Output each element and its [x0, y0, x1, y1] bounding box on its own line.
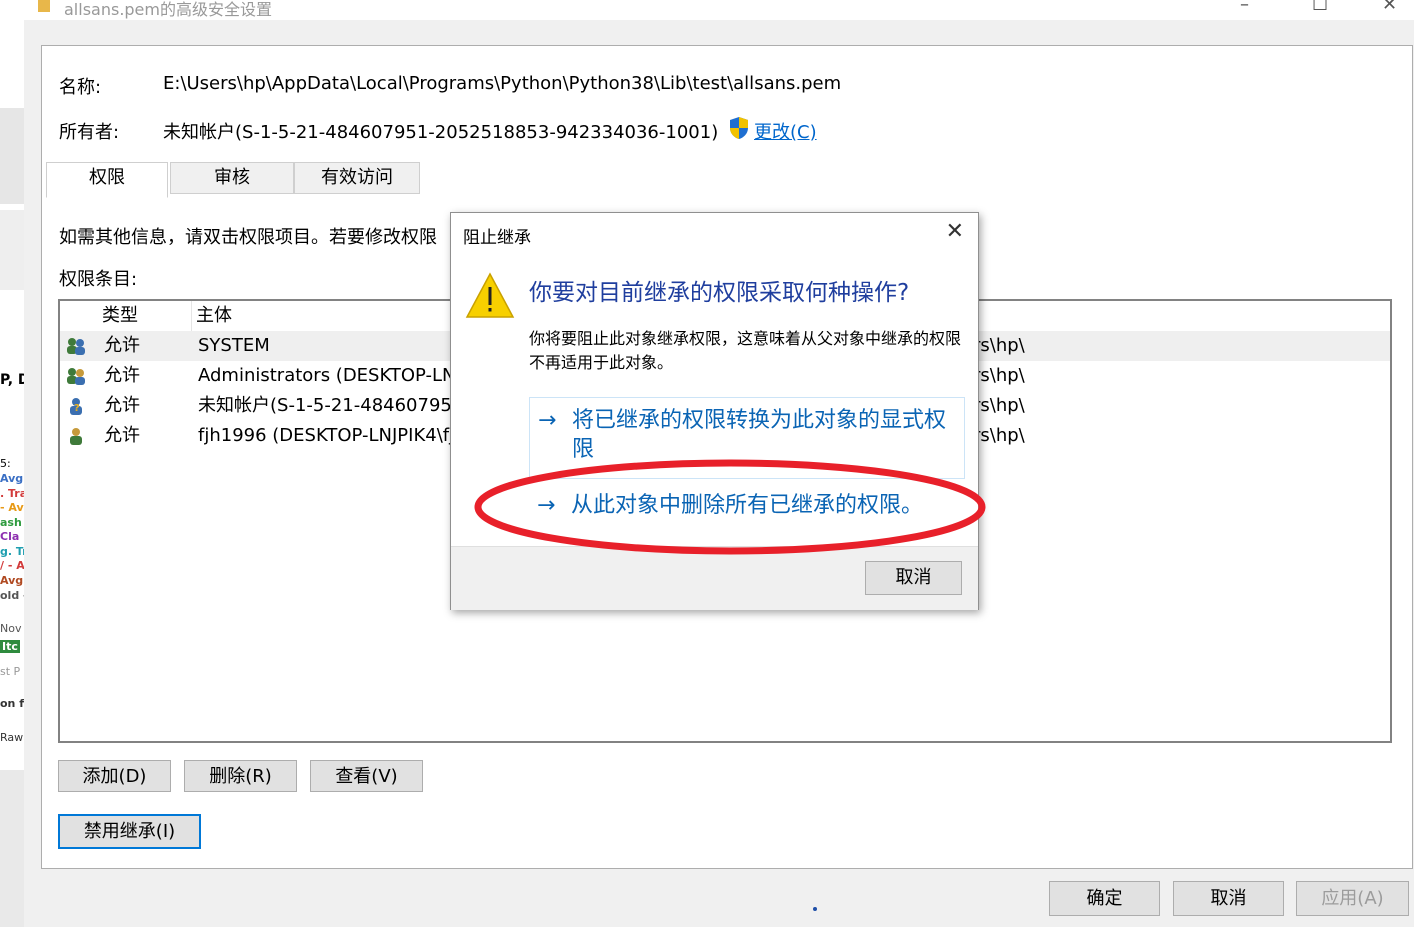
background-fragment: Cla [0, 530, 20, 543]
background-fragment: on fe [0, 697, 24, 710]
background-fragment: ash [0, 516, 22, 529]
background-fragment: Avg [0, 472, 24, 485]
cancel-button[interactable]: 取消 [1173, 881, 1284, 916]
folder-icon [38, 0, 50, 12]
dialog-body: 你将要阻止此对象继承权限，这意味着从父对象中继承的权限不再适用于此对象。 [529, 329, 962, 372]
warning-icon [465, 272, 515, 318]
apply-button[interactable]: 应用(A) [1296, 881, 1409, 916]
background-fragment: Itc [0, 640, 20, 653]
dialog-close-icon[interactable]: ✕ [946, 219, 964, 244]
minimize-icon[interactable]: – [1240, 0, 1249, 15]
background-fragment: Raw [0, 731, 24, 744]
info-text: 如需其他信息，请双击权限项目。若要修改权限 [59, 227, 437, 248]
name-value: E:\Users\hp\AppData\Local\Programs\Pytho… [163, 73, 842, 94]
dialog-title: 阻止继承 [463, 228, 531, 248]
tab-permissions[interactable]: 权限 [46, 162, 168, 198]
change-owner-link[interactable]: 更改(C) [754, 118, 817, 144]
name-label: 名称: [59, 77, 102, 98]
background-fragment: 5: [0, 457, 11, 470]
tab-auditing[interactable]: 审核 [170, 162, 294, 194]
row-inherited: rs\hp\ [973, 365, 1025, 386]
tab-effective-access[interactable]: 有效访问 [294, 162, 420, 194]
background-fragment: . Tra [0, 487, 24, 500]
background-fragment: old - [0, 589, 24, 602]
dialog-cancel-button[interactable]: 取消 [865, 561, 962, 595]
user-group-icon [67, 338, 85, 355]
background-fragment: P, Do [0, 372, 24, 388]
background-panel [0, 210, 24, 290]
ok-button[interactable]: 确定 [1049, 881, 1160, 916]
owner-label: 所有者: [59, 122, 120, 143]
view-button[interactable]: 查看(V) [310, 760, 423, 792]
row-principal: Administrators (DESKTOP-LN [198, 365, 456, 386]
row-type: 允许 [104, 335, 140, 356]
remove-button[interactable]: 删除(R) [184, 760, 297, 792]
row-type: 允许 [104, 425, 140, 446]
background-app-strip: P, Do 5: Avg . Tra - Av ash Cla g. Tr / … [0, 0, 24, 927]
unknown-user-icon: ? [70, 398, 82, 415]
user-group-icon [67, 368, 85, 385]
add-button[interactable]: 添加(D) [58, 760, 171, 792]
background-fragment: st P [0, 665, 21, 678]
row-principal: SYSTEM [198, 335, 270, 356]
column-header-type[interactable]: 类型 [96, 301, 192, 331]
uac-shield-icon [730, 117, 748, 139]
background-panel [0, 108, 24, 204]
row-principal: fjh1996 (DESKTOP-LNJPIK4\fj [198, 425, 455, 446]
column-header-principal[interactable]: 主体 [190, 301, 490, 331]
background-panel [0, 770, 24, 927]
background-fragment: g. Tr [0, 545, 24, 558]
entries-label: 权限条目: [59, 269, 138, 290]
background-fragment: Avg. [0, 574, 24, 587]
dialog-heading: 你要对目前继承的权限采取何种操作? [529, 280, 910, 306]
disable-inheritance-button[interactable]: 禁用继承(I) [58, 814, 201, 849]
svg-text:?: ? [74, 403, 80, 414]
row-inherited: rs\hp\ [973, 425, 1025, 446]
cursor-dot [813, 907, 817, 911]
arrow-right-icon: → [538, 408, 557, 433]
close-icon[interactable]: ✕ [1382, 0, 1397, 15]
row-type: 允许 [104, 395, 140, 416]
row-inherited: rs\hp\ [973, 395, 1025, 416]
maximize-icon[interactable]: ☐ [1312, 0, 1328, 15]
row-type: 允许 [104, 365, 140, 386]
background-fragment: / - A [0, 559, 24, 572]
background-fragment: - Av [0, 501, 24, 514]
background-fragment: Nov [0, 622, 22, 635]
user-icon [70, 428, 82, 445]
row-principal: 未知帐户(S-1-5-21-48460795 [198, 395, 452, 416]
annotation-ellipse [474, 459, 986, 555]
window-title: allsans.pem的高级安全设置 [64, 0, 272, 19]
row-inherited: rs\hp\ [973, 335, 1025, 356]
title-bar: allsans.pem的高级安全设置 – ☐ ✕ [24, 0, 1414, 20]
owner-value: 未知帐户(S-1-5-21-484607951-2052518853-94233… [163, 122, 719, 143]
